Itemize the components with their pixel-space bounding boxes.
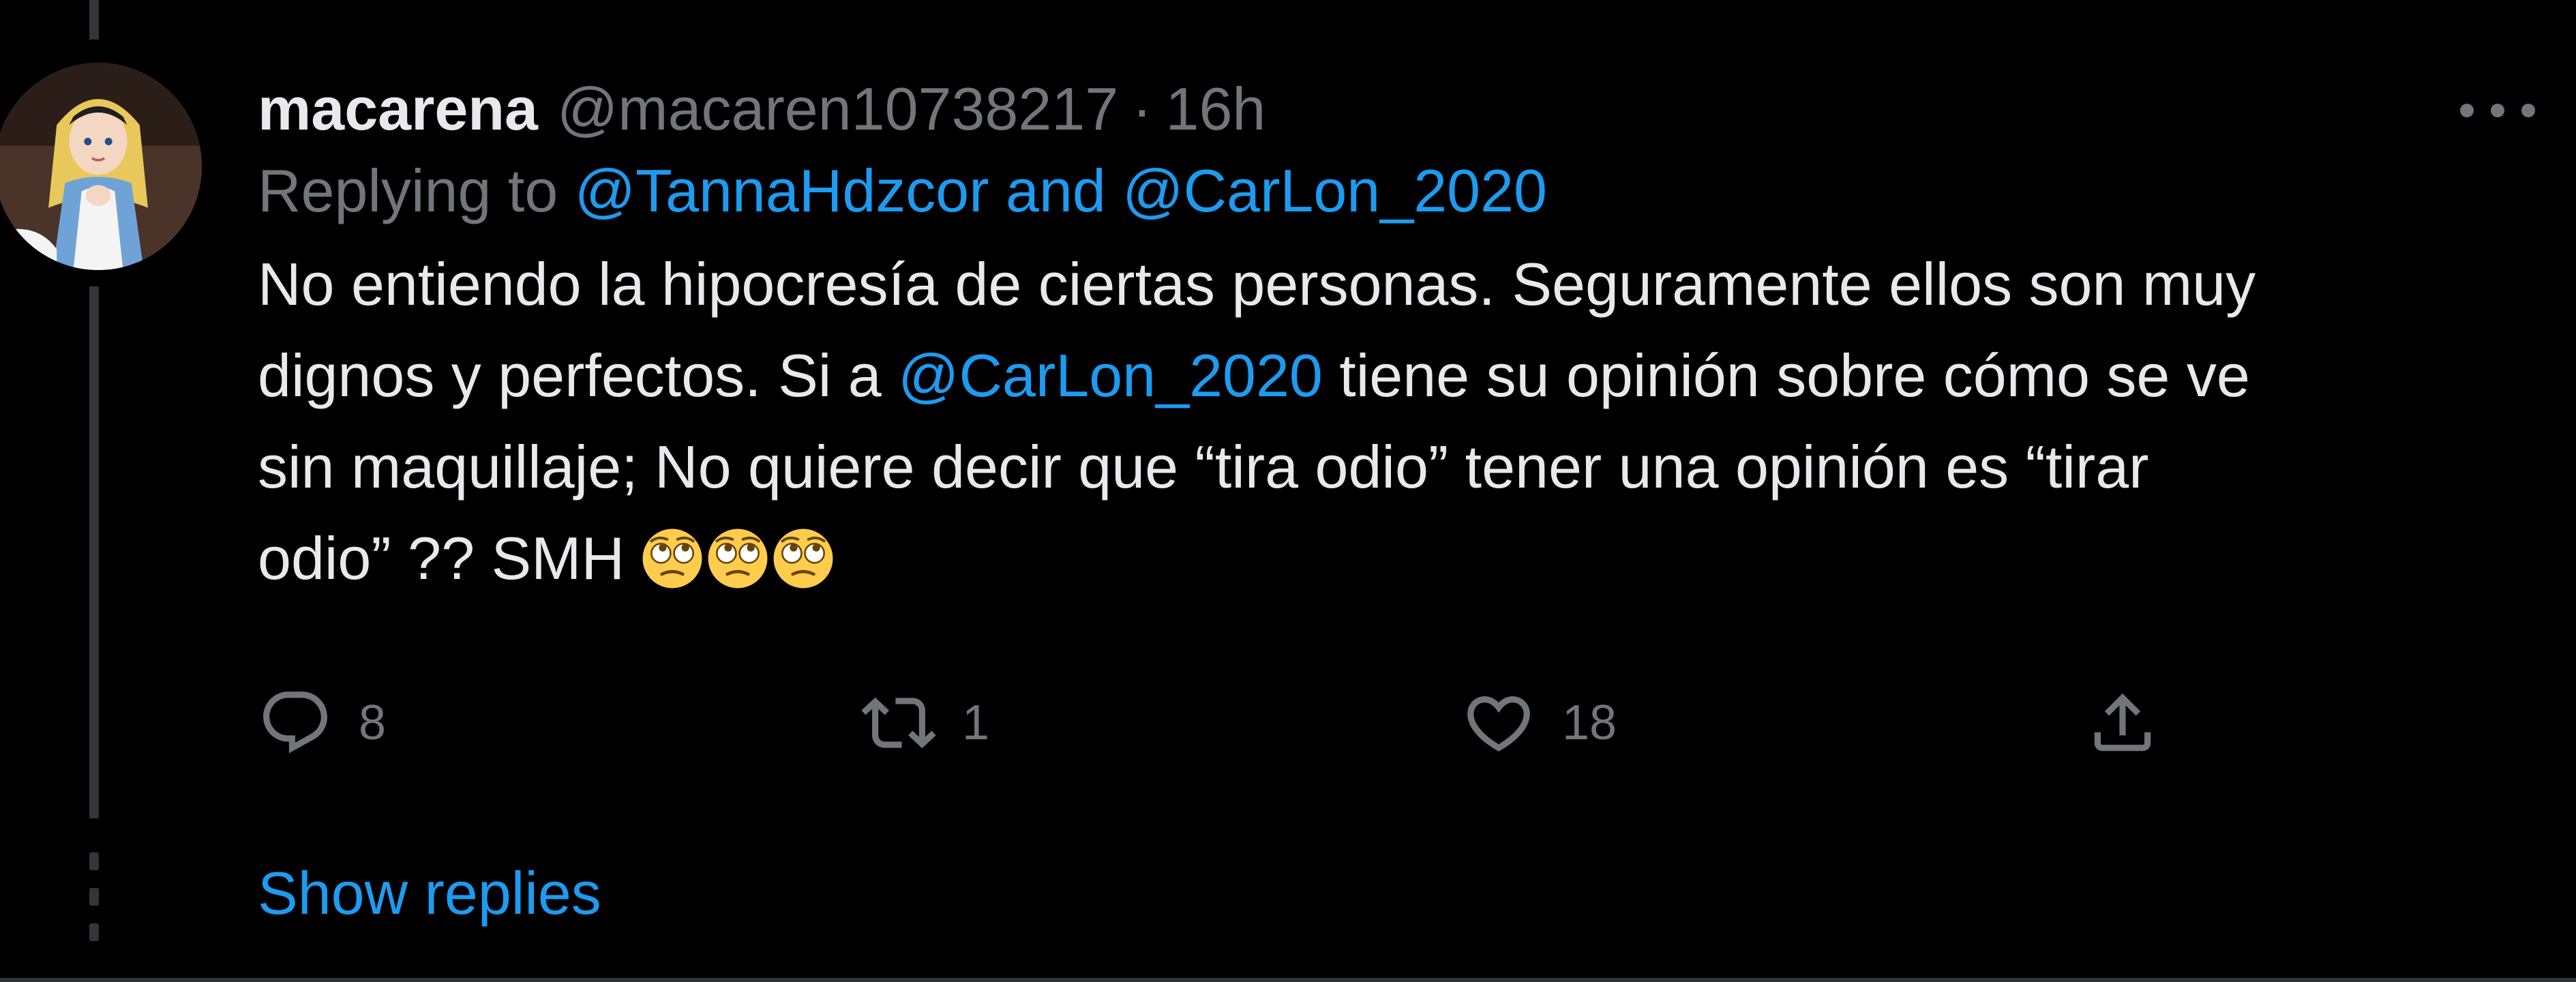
tweet-text-line: odio” ?? SMH xyxy=(258,513,2528,604)
text-segment: tiene su opinión sobre cómo se ve xyxy=(1322,342,2250,409)
more-dot xyxy=(2491,104,2504,117)
tweet-text-line: No entiendo la hipocresía de ciertas per… xyxy=(258,250,2256,318)
reply-icon xyxy=(263,691,327,754)
user-handle[interactable]: @macaren10738217 xyxy=(557,68,1118,150)
tweet[interactable]: macarena @macaren10738217 · 16h Replying… xyxy=(0,0,2576,982)
share-button[interactable] xyxy=(2085,682,2160,764)
reply-button[interactable]: 8 xyxy=(258,682,386,764)
tweet-text: No entiendo la hipocresía de ciertas per… xyxy=(258,239,2528,604)
rolling-eyes-emoji-icon xyxy=(706,527,769,590)
mention-link[interactable]: @TannaHdzcor xyxy=(575,157,989,224)
thread-line xyxy=(89,286,99,818)
mention-link[interactable]: @CarLon_2020 xyxy=(898,342,1323,409)
share-icon xyxy=(2094,693,2151,752)
text-segment: dignos y perfectos. Si a xyxy=(258,342,899,409)
tweet-text-line: sin maquillaje; No quiere decir que “tir… xyxy=(258,433,2149,501)
separator-dot: · xyxy=(1132,75,1152,143)
divider xyxy=(0,978,2576,982)
more-dot xyxy=(2521,104,2535,117)
tweet-actions: 8 1 18 xyxy=(258,682,2167,764)
replying-to: Replying to @TannaHdzcor and @CarLon_202… xyxy=(258,150,2508,235)
thread-more-dots xyxy=(89,852,99,941)
rolling-eyes-emoji-icon xyxy=(772,527,835,590)
rolling-eyes-emoji-icon xyxy=(641,527,704,590)
more-options-button[interactable] xyxy=(2460,90,2535,131)
replying-prefix: Replying to xyxy=(258,157,575,224)
heart-icon xyxy=(1467,696,1530,752)
like-count: 18 xyxy=(1562,696,1617,750)
retweet-button[interactable]: 1 xyxy=(861,682,989,764)
reply-count: 8 xyxy=(359,696,387,750)
timestamp[interactable]: 16h xyxy=(1166,68,1266,150)
retweet-count: 1 xyxy=(962,696,990,750)
display-name[interactable]: macarena xyxy=(258,68,538,150)
replying-and: and xyxy=(989,157,1123,224)
mention-link[interactable]: @CarLon_2020 xyxy=(1122,157,1547,224)
like-button[interactable]: 18 xyxy=(1461,682,1617,764)
retweet-icon xyxy=(861,697,936,749)
tweet-text-line: dignos y perfectos. Si a @CarLon_2020 ti… xyxy=(258,330,2528,421)
thread-line-top xyxy=(89,0,99,40)
avatar-image xyxy=(0,63,202,270)
tweet-content: macarena @macaren10738217 · 16h Replying… xyxy=(258,68,2508,604)
show-replies-link[interactable]: Show replies xyxy=(258,852,601,934)
tweet-header: macarena @macaren10738217 · 16h xyxy=(258,68,2508,150)
avatar[interactable] xyxy=(0,63,202,270)
text-segment: odio” ?? SMH xyxy=(258,524,642,592)
more-dot xyxy=(2460,104,2474,117)
